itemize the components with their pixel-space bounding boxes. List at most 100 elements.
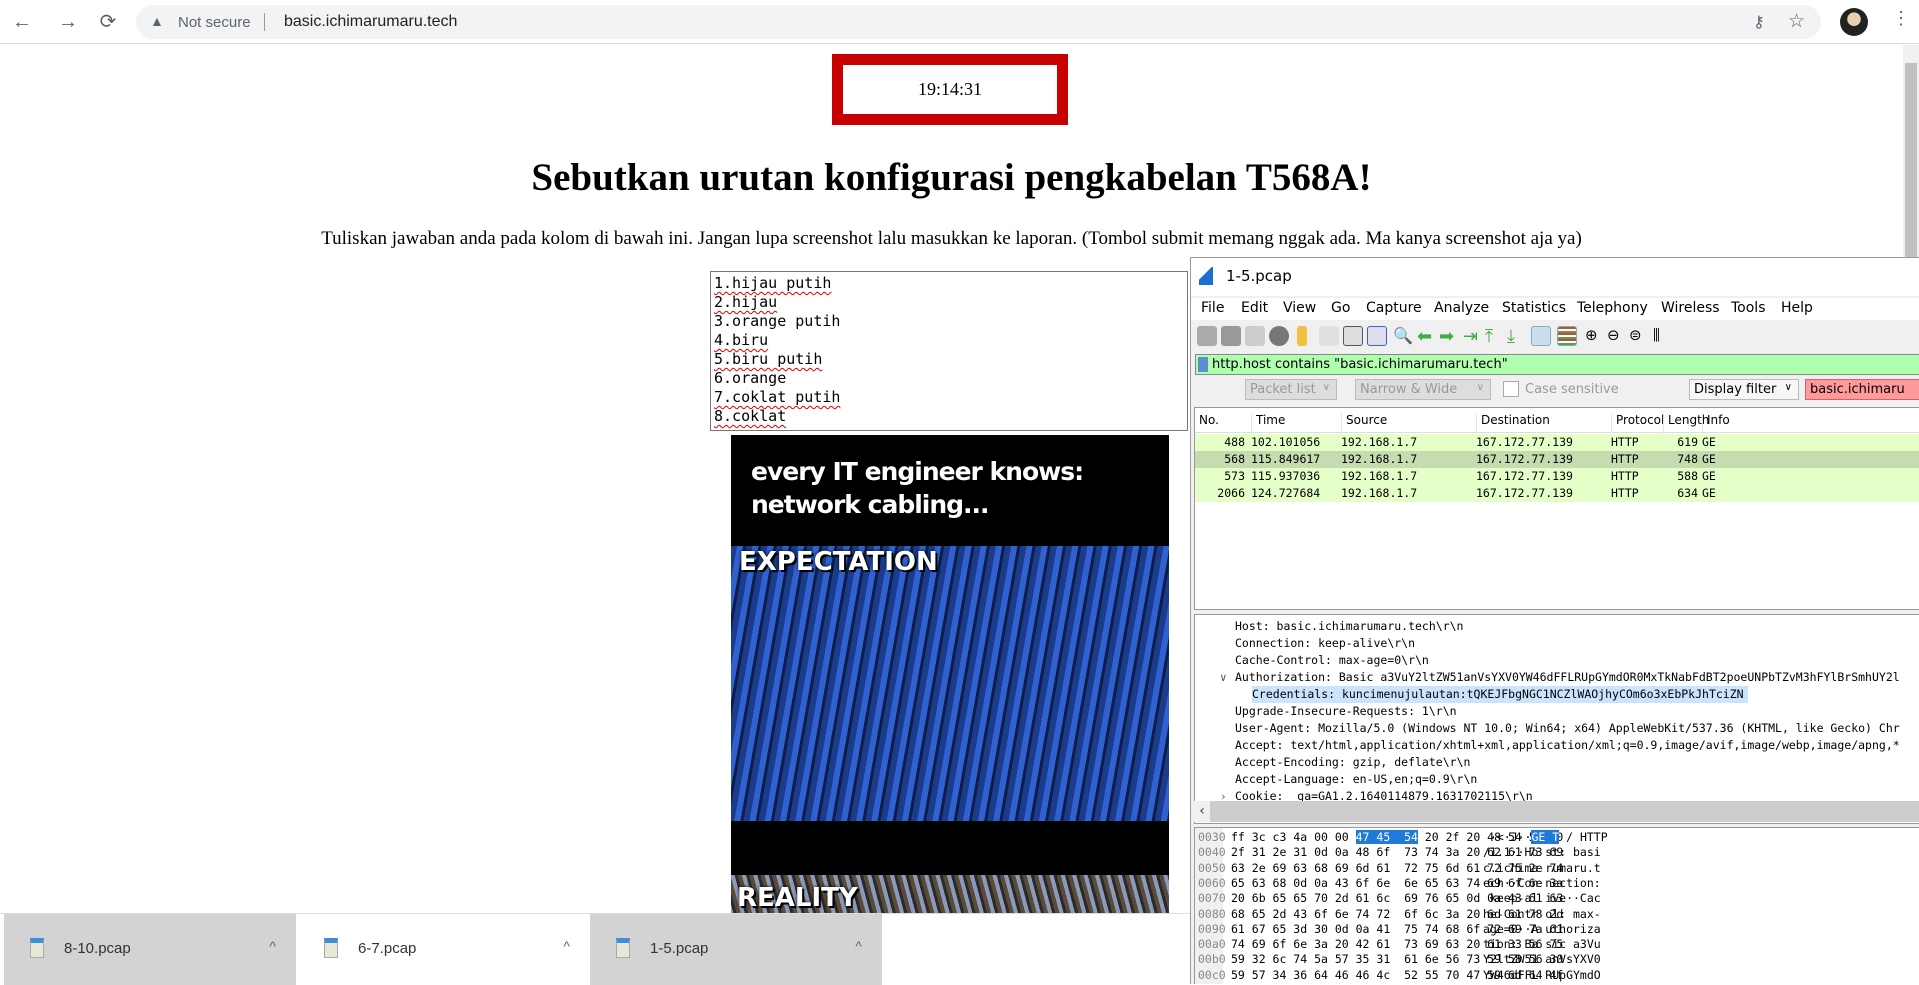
hex-row[interactable]: 0040 2f 31 2e 31 0d 0a 48 6f 73 74 3a 20 … [1195, 845, 1919, 860]
menu-wireless[interactable]: Wireless [1661, 300, 1720, 316]
star-icon[interactable]: ☆ [1788, 10, 1805, 33]
detail-row[interactable]: User-Agent: Mozilla/5.0 (Windows NT 10.0… [1195, 720, 1919, 737]
restart-capture-icon[interactable] [1245, 326, 1265, 346]
save-file-icon[interactable] [1319, 326, 1339, 346]
go-forward-icon[interactable]: ➡ [1439, 326, 1459, 347]
scroll-left-icon[interactable]: ‹ [1194, 801, 1210, 822]
detail-row[interactable]: Host: basic.ichimarumaru.tech\r\n [1195, 618, 1919, 635]
browser-toolbar: ← → ⟳ ▲ Not secure basic.ichimarumaru.te… [0, 0, 1919, 44]
stop-capture-icon[interactable] [1221, 326, 1241, 346]
open-file-icon[interactable] [1297, 326, 1307, 346]
hex-row[interactable]: 0060 65 63 68 0d 0a 43 6f 6e 6e 65 63 74 … [1195, 876, 1919, 891]
go-to-packet-icon[interactable]: ⇥ [1463, 326, 1483, 347]
expand-chevron-icon[interactable]: ∨ [1220, 669, 1227, 686]
hex-row[interactable]: 0050 63 2e 69 63 68 69 6d 61 72 75 6d 61 … [1195, 861, 1919, 876]
zoom-normal-icon[interactable]: ⊜ [1629, 326, 1649, 346]
key-icon[interactable]: ⚷ [1753, 12, 1765, 32]
download-item[interactable]: 6-7.pcap ^ [298, 914, 590, 985]
packet-info: GE [1702, 435, 1716, 449]
instructions: Tuliskan jawaban anda pada kolom di bawa… [321, 228, 1582, 249]
charset-select[interactable]: Narrow & Wide ∨ [1355, 379, 1491, 400]
details-horizontal-scrollbar[interactable]: ‹ [1194, 801, 1919, 822]
menu-view[interactable]: View [1283, 300, 1316, 316]
hex-row[interactable]: 0030 ff 3c c3 4a 00 00 47 45 54 20 2f 20 … [1195, 830, 1919, 845]
menu-statistics[interactable]: Statistics [1502, 300, 1566, 316]
answer-line: 8.coklat [714, 407, 787, 425]
detail-row[interactable]: Accept-Language: en-US,en;q=0.9\r\n [1195, 771, 1919, 788]
hex-row[interactable]: 0090 61 67 65 3d 30 0d 0a 41 75 74 68 6f … [1195, 922, 1919, 937]
packet-src: 192.168.1.7 [1341, 452, 1418, 466]
first-packet-icon[interactable]: ⤒ [1485, 326, 1505, 347]
packet-row[interactable]: 573 115.937036 192.168.1.7 167.172.77.139 HT… [1195, 468, 1919, 485]
packet-dst: 167.172.77.139 [1476, 452, 1573, 466]
detail-row[interactable]: Accept: text/html,application/xhtml+xml,… [1195, 737, 1919, 754]
expectation-photo [731, 546, 1169, 821]
case-sensitive-checkbox[interactable] [1503, 381, 1519, 397]
detail-row[interactable]: Accept-Encoding: gzip, deflate\r\n [1195, 754, 1919, 771]
last-packet-icon[interactable]: ⤓ [1507, 326, 1527, 347]
download-item[interactable]: 1-5.pcap ^ [590, 914, 882, 985]
detail-row[interactable]: Connection: keep-alive\r\n [1195, 635, 1919, 652]
close-file-icon[interactable] [1343, 326, 1363, 346]
reload-file-icon[interactable] [1367, 326, 1387, 346]
search-input[interactable]: basic.ichimaru [1805, 379, 1919, 400]
resize-columns-icon[interactable]: ⫼ [1653, 326, 1673, 346]
reload-icon[interactable]: ⟳ [94, 8, 122, 36]
security-label[interactable]: Not secure [178, 14, 251, 31]
download-item[interactable]: 8-10.pcap ^ [4, 914, 296, 985]
detail-row[interactable]: ∨ Authorization: Basic a3VuY2ltZW51anVsYX… [1195, 669, 1919, 686]
packet-no: 488 [1224, 435, 1245, 449]
zoom-out-icon[interactable]: ⊖ [1607, 326, 1627, 346]
detail-row[interactable]: Credentials: kuncimenujulautan:tQKEJFbgN… [1195, 686, 1919, 703]
autoscroll-icon[interactable] [1531, 326, 1551, 346]
hex-row[interactable]: 0070 20 6b 65 65 70 2d 61 6c 69 76 65 0d … [1195, 891, 1919, 906]
detail-row[interactable]: Cache-Control: max-age=0\r\n [1195, 652, 1919, 669]
menu-telephony[interactable]: Telephony [1577, 300, 1648, 316]
ascii: tion: Ba sic a3Vu [1483, 937, 1601, 952]
answer-textarea[interactable]: 1.hijau putih 2.hijau 3.orange putih 4.biru… [710, 271, 1188, 431]
back-icon[interactable]: ← [8, 8, 36, 36]
find-packet-icon[interactable]: 🔍 [1393, 326, 1413, 346]
hex-row[interactable]: 00a0 74 69 6f 6e 3a 20 42 61 73 69 63 20 … [1195, 937, 1919, 952]
packet-row[interactable]: 2066 124.727684 192.168.1.7 167.172.77.139 H… [1195, 485, 1919, 502]
menu-help[interactable]: Help [1781, 300, 1813, 316]
ascii-part: /1.1··Ho st: basi [1483, 845, 1601, 860]
search-type-select[interactable]: Display filter ∨ [1689, 379, 1799, 400]
hex-row[interactable]: 00b0 59 32 6c 74 5a 57 35 31 61 6e 56 73 … [1195, 952, 1919, 967]
go-back-icon[interactable]: ⬅ [1417, 326, 1437, 347]
menu-icon[interactable]: ⋮ [1892, 8, 1910, 29]
packet-row[interactable]: 568 115.849617 192.168.1.7 167.172.77.139 HT… [1195, 451, 1919, 468]
packet-row[interactable]: 488 102.101056 192.168.1.7 167.172.77.139 HT… [1195, 434, 1919, 451]
menu-go[interactable]: Go [1331, 300, 1350, 316]
ascii: ·<·J··GE T / HTTP [1483, 830, 1608, 845]
display-filter-input[interactable]: http.host contains "basic.ichimarumaru.t… [1195, 354, 1919, 375]
caret-up-icon[interactable]: ^ [269, 938, 276, 954]
hex-offset: 0070 [1198, 891, 1226, 906]
capture-options-icon[interactable] [1269, 326, 1289, 346]
menu-capture[interactable]: Capture [1366, 300, 1422, 316]
forward-icon[interactable]: → [54, 8, 82, 36]
address-bar[interactable]: ▲ Not secure basic.ichimarumaru.tech ⚷ ☆ [136, 5, 1821, 39]
start-capture-icon[interactable] [1197, 326, 1217, 346]
page-title: Sebutkan urutan konfigurasi pengkabelan … [531, 156, 1372, 199]
packet-len: 619 [1677, 435, 1698, 449]
menu-edit[interactable]: Edit [1241, 300, 1268, 316]
answer-line: 1.hijau putih [714, 274, 832, 292]
url-text[interactable]: basic.ichimarumaru.tech [284, 13, 457, 31]
title-bar[interactable]: 1-5.pcap [1191, 258, 1919, 296]
hex-row[interactable]: 00c0 59 57 34 36 64 46 46 4c 52 55 70 47 … [1195, 968, 1919, 983]
detail-row[interactable]: Upgrade-Insecure-Requests: 1\r\n [1195, 703, 1919, 720]
menu-analyze[interactable]: Analyze [1434, 300, 1489, 316]
menu-tools[interactable]: Tools [1731, 300, 1766, 316]
hex-offset: 0030 [1198, 830, 1226, 844]
search-scope-select[interactable]: Packet list ∨ [1245, 379, 1337, 400]
packet-dst: 167.172.77.139 [1476, 486, 1573, 500]
colorize-icon[interactable] [1557, 326, 1577, 346]
avatar[interactable] [1840, 8, 1868, 36]
zoom-in-icon[interactable]: ⊕ [1585, 326, 1605, 346]
caret-up-icon[interactable]: ^ [855, 938, 862, 954]
menu-file[interactable]: File [1201, 300, 1224, 316]
hex-row[interactable]: 0080 68 65 2d 43 6f 6e 74 72 6f 6c 3a 20 … [1195, 907, 1919, 922]
caret-up-icon[interactable]: ^ [563, 938, 570, 954]
bookmark-icon[interactable] [1198, 357, 1208, 372]
